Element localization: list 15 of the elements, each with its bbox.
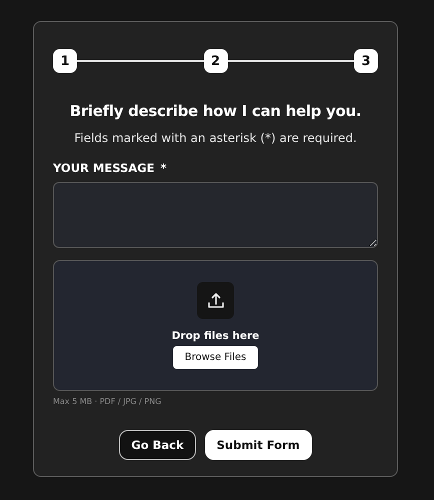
required-mark: * [160, 161, 166, 175]
step-number: 1 [53, 49, 77, 73]
submit-button[interactable]: Submit Form [204, 430, 312, 460]
file-hint: Max 5 MB · PDF / JPG / PNG [53, 397, 162, 406]
field-label: YOUR MESSAGE [53, 161, 154, 175]
step-number: 2 [204, 49, 228, 73]
step-number: 3 [354, 49, 378, 73]
back-button[interactable]: Go Back [119, 430, 196, 460]
browse-files-button[interactable]: Browse Files [172, 346, 258, 369]
file-drop-zone[interactable]: Drop files here Browse Files [53, 260, 378, 391]
form-heading: Briefly describe how I can help you. [68, 101, 362, 121]
message-field[interactable] [53, 182, 378, 248]
upload-icon [197, 282, 234, 319]
form-subtitle: Fields marked with an asterisk (*) are required. [73, 131, 358, 145]
drop-text: Drop files here [172, 330, 260, 342]
